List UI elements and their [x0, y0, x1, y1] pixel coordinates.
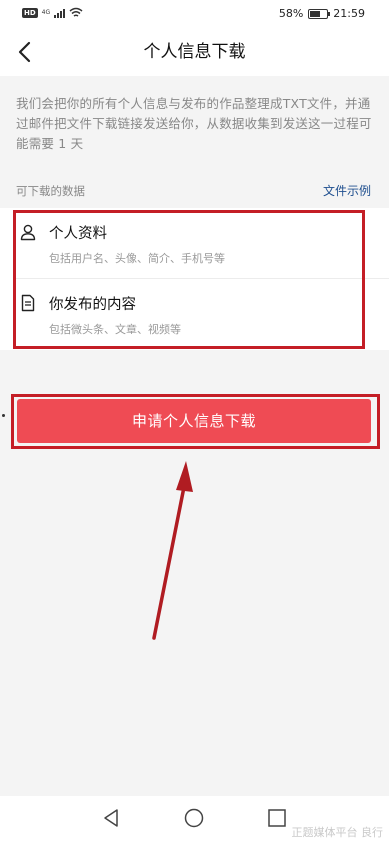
section-header: 可下载的数据 文件示例 [0, 176, 389, 204]
wifi-icon [69, 7, 83, 17]
highlight-box-data [13, 210, 365, 349]
bullet-dot [2, 414, 5, 417]
battery-level [310, 10, 320, 17]
signal-icon [54, 8, 66, 18]
page-title: 个人信息下载 [143, 42, 246, 62]
watermark: 正题媒体平台 良行 [291, 826, 384, 839]
clock: 21:59 [333, 7, 365, 20]
chevron-left-icon [18, 41, 31, 63]
back-button[interactable] [12, 38, 40, 66]
status-right: 58% 21:59 [279, 7, 365, 20]
status-bar: HD 4G 58% 21:59 [0, 0, 389, 28]
hd-badge: HD [22, 7, 38, 18]
square-recent-icon[interactable] [265, 806, 289, 830]
nav-bar: 个人信息下载 [0, 28, 389, 76]
section-title: 可下载的数据 [16, 184, 85, 198]
screen: HD 4G 58% 21:59 个人信息下载 我们会把你的所有个人信息与发布的作… [0, 0, 389, 841]
description-section: 我们会把你的所有个人信息与发布的作品整理成TXT文件，并通过邮件把文件下载链接发… [0, 76, 389, 176]
triangle-back-icon[interactable] [99, 806, 123, 830]
system-nav-bar: 正题媒体平台 良行 [0, 796, 389, 841]
network-type: 4G [41, 9, 51, 16]
description-text: 我们会把你的所有个人信息与发布的作品整理成TXT文件，并通过邮件把文件下载链接发… [16, 96, 372, 151]
highlight-box-button [11, 394, 380, 449]
status-left: HD 4G [22, 7, 83, 18]
file-sample-link[interactable]: 文件示例 [323, 182, 371, 199]
battery-percent: 58% [278, 7, 304, 20]
circle-home-icon[interactable] [182, 806, 206, 830]
battery-icon [308, 8, 331, 19]
